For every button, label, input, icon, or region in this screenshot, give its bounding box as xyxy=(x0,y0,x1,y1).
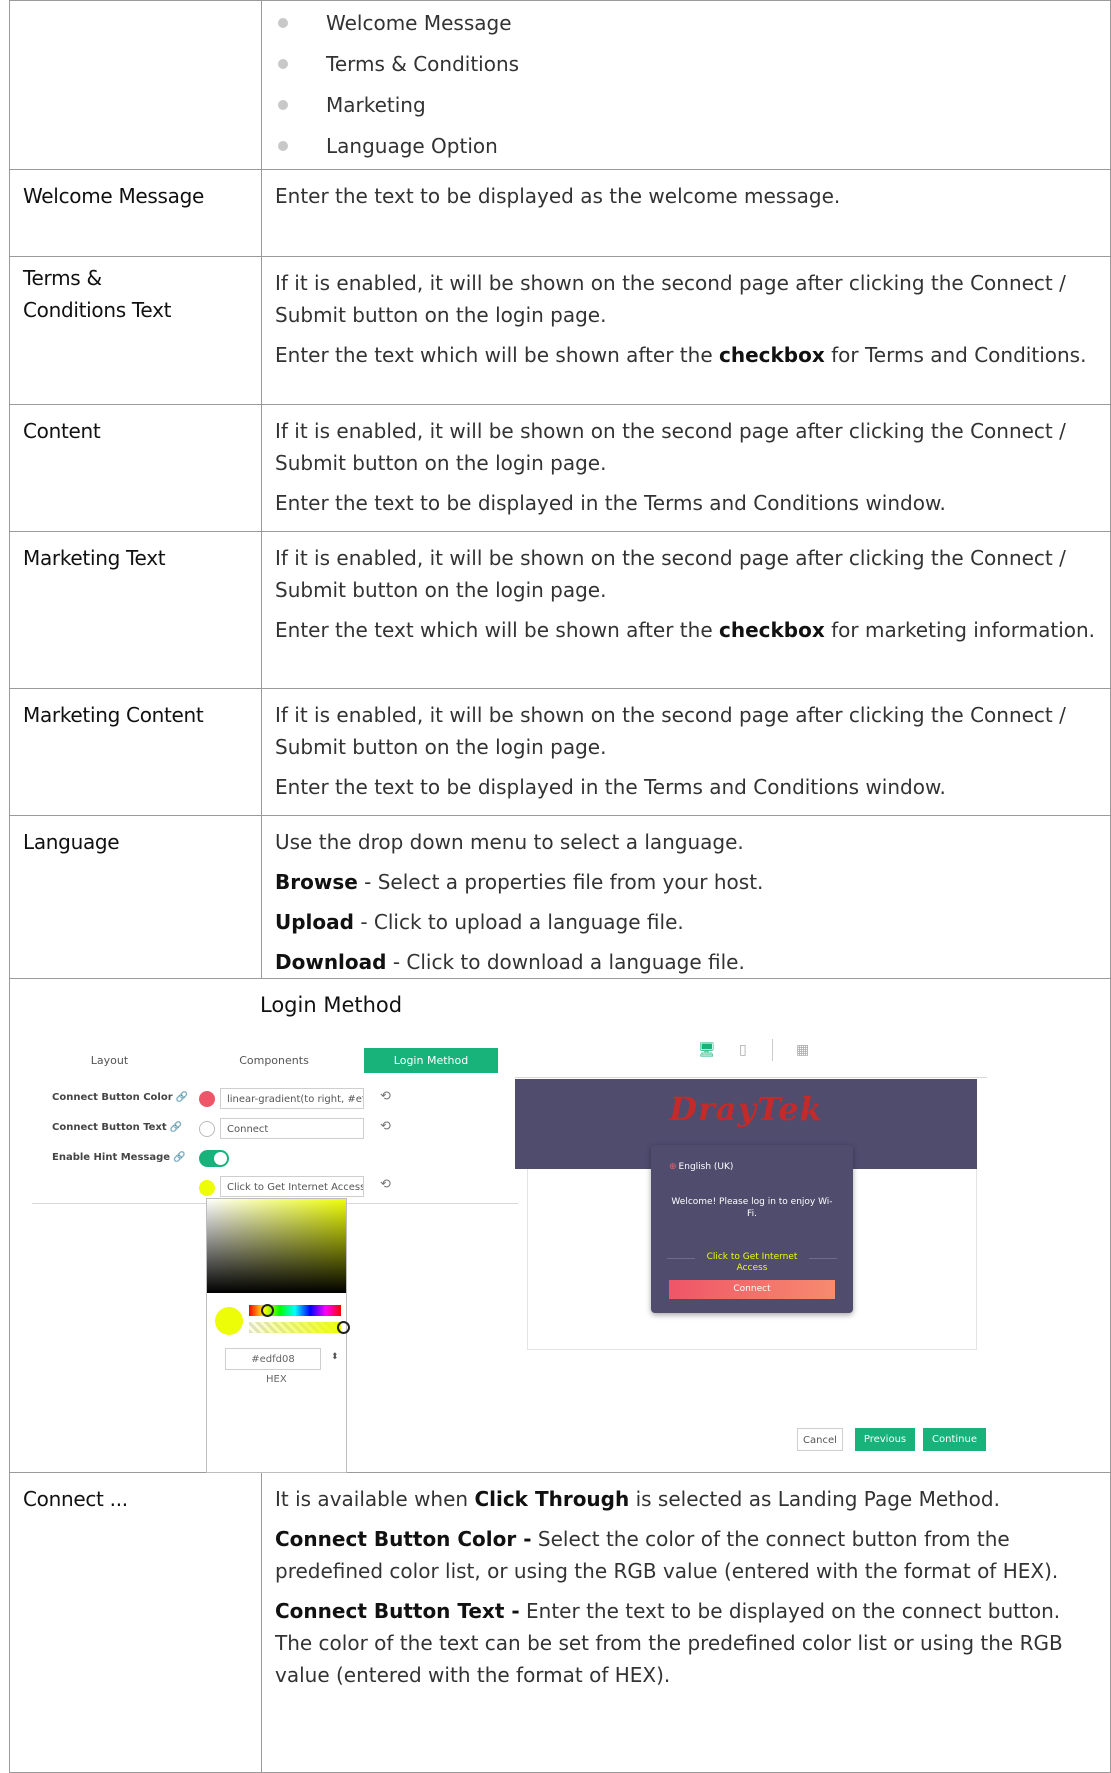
row-description: It is available when Click Through is se… xyxy=(261,1472,1111,1773)
globe-icon: ⊕ xyxy=(669,1162,677,1172)
hue-slider-handle[interactable] xyxy=(261,1304,274,1317)
connect-button[interactable]: Connect xyxy=(669,1280,835,1299)
row-description: If it is enabled, it will be shown on th… xyxy=(261,688,1111,816)
tab-bar: Layout Components Login Method xyxy=(32,1048,530,1073)
hex-label: HEX xyxy=(266,1374,287,1385)
reset-icon[interactable]: ⟲ xyxy=(380,1177,391,1192)
hint-message-input[interactable]: Click to Get Internet Access xyxy=(220,1176,364,1197)
saturation-area[interactable] xyxy=(207,1199,346,1293)
row-description: If it is enabled, it will be shown on th… xyxy=(261,256,1111,405)
tab-layout[interactable]: Layout xyxy=(32,1048,187,1073)
row-name: Connect ... xyxy=(9,1472,262,1773)
landing-page-preview: DrayTek ⊕ English (UK) Welcome! Please lo… xyxy=(515,1079,977,1355)
alpha-slider[interactable] xyxy=(249,1322,341,1333)
hint-color-swatch[interactable] xyxy=(199,1180,215,1196)
row-name: Language xyxy=(9,815,262,979)
row-description: If it is enabled, it will be shown on th… xyxy=(261,531,1111,689)
previous-button[interactable]: Previous xyxy=(855,1428,915,1451)
screenshot-cell: Login Method Layout Components Login Met… xyxy=(9,978,1111,1473)
tab-components[interactable]: Components xyxy=(190,1048,358,1073)
cancel-button[interactable]: Cancel xyxy=(797,1428,843,1451)
reset-icon[interactable]: ⟲ xyxy=(380,1089,391,1104)
connect-button-text-label: Connect Button Text 🔗 xyxy=(52,1122,183,1133)
hex-input[interactable]: #edfd08 xyxy=(225,1348,321,1370)
hint-message-toggle[interactable] xyxy=(199,1150,229,1167)
row-name: Terms & Conditions Text xyxy=(9,256,262,405)
bullets-cell: Welcome Message Terms & Conditions Marke… xyxy=(261,0,1111,170)
bullet-dot-icon xyxy=(278,100,288,110)
link-icon: 🔗 xyxy=(173,1152,186,1163)
list-item: Language Option xyxy=(262,126,1110,167)
row-name: Content xyxy=(9,404,262,532)
alpha-slider-handle[interactable] xyxy=(337,1321,350,1334)
connect-text-color-swatch[interactable] xyxy=(199,1121,215,1137)
print-preview-icon[interactable]: ▦ xyxy=(796,1042,809,1058)
table-row: Login Method Layout Components Login Met… xyxy=(9,978,1111,1473)
row-description: If it is enabled, it will be shown on th… xyxy=(261,404,1111,532)
link-icon: 🔗 xyxy=(169,1122,183,1133)
document-table-container: Welcome Message Terms & Conditions Marke… xyxy=(9,0,1111,1773)
list-item: Marketing xyxy=(262,85,1110,126)
settings-description-table: Welcome Message Terms & Conditions Marke… xyxy=(9,0,1111,1773)
screenshot-title: Login Method xyxy=(260,993,403,1017)
enable-hint-message-label: Enable Hint Message 🔗 xyxy=(52,1152,186,1163)
table-row: Marketing Content If it is enabled, it w… xyxy=(9,688,1111,816)
connect-text-input[interactable]: Connect xyxy=(220,1118,364,1139)
connect-color-input[interactable]: linear-gradient(to right, #ef5568 xyxy=(220,1088,364,1109)
bullet-list: Welcome Message Terms & Conditions Marke… xyxy=(262,3,1110,167)
divider xyxy=(515,1077,987,1078)
continue-button[interactable]: Continue xyxy=(923,1428,986,1451)
empty-name-cell xyxy=(9,0,262,170)
divider xyxy=(809,1258,837,1259)
hint-message: Click to Get Internet Access xyxy=(706,1252,798,1273)
welcome-message: Welcome! Please log in to enjoy Wi-Fi. xyxy=(671,1197,833,1219)
table-row: Language Use the drop down menu to selec… xyxy=(9,815,1111,979)
color-preview xyxy=(215,1307,243,1335)
login-card: ⊕ English (UK) Welcome! Please log in to … xyxy=(651,1145,853,1313)
desktop-icon[interactable]: 🖥 xyxy=(698,1042,716,1058)
format-switch-icon[interactable]: ⬍ xyxy=(331,1352,339,1362)
language-selector[interactable]: ⊕ English (UK) xyxy=(669,1162,733,1172)
table-row: Connect ... It is available when Click T… xyxy=(9,1472,1111,1773)
connect-color-swatch[interactable] xyxy=(199,1091,215,1107)
mobile-icon[interactable]: ▯ xyxy=(739,1042,747,1058)
table-row: Terms & Conditions Text If it is enabled… xyxy=(9,256,1111,405)
table-row: Welcome Message Enter the text to be dis… xyxy=(9,169,1111,257)
divider xyxy=(772,1039,773,1061)
row-description: Use the drop down menu to select a langu… xyxy=(261,815,1111,979)
embedded-screenshot: Login Method Layout Components Login Met… xyxy=(10,979,1110,1473)
bullet-dot-icon xyxy=(278,141,288,151)
row-description: Enter the text to be displayed as the we… xyxy=(261,169,1111,257)
list-item: Welcome Message xyxy=(262,3,1110,44)
color-picker-popup: #edfd08 ⬍ HEX xyxy=(206,1198,350,1473)
row-name: Welcome Message xyxy=(9,169,262,257)
draytek-logo: DrayTek xyxy=(669,1090,823,1128)
bullet-dot-icon xyxy=(278,59,288,69)
connect-button-color-label: Connect Button Color 🔗 xyxy=(52,1092,189,1103)
tab-login-method[interactable]: Login Method xyxy=(364,1048,498,1073)
bullet-dot-icon xyxy=(278,18,288,28)
row-name: Marketing Content xyxy=(9,688,262,816)
table-row: Welcome Message Terms & Conditions Marke… xyxy=(9,0,1111,170)
table-row: Content If it is enabled, it will be sho… xyxy=(9,404,1111,532)
reset-icon[interactable]: ⟲ xyxy=(380,1119,391,1134)
table-row: Marketing Text If it is enabled, it will… xyxy=(9,531,1111,689)
link-icon: 🔗 xyxy=(175,1092,189,1103)
list-item: Terms & Conditions xyxy=(262,44,1110,85)
row-name: Marketing Text xyxy=(9,531,262,689)
